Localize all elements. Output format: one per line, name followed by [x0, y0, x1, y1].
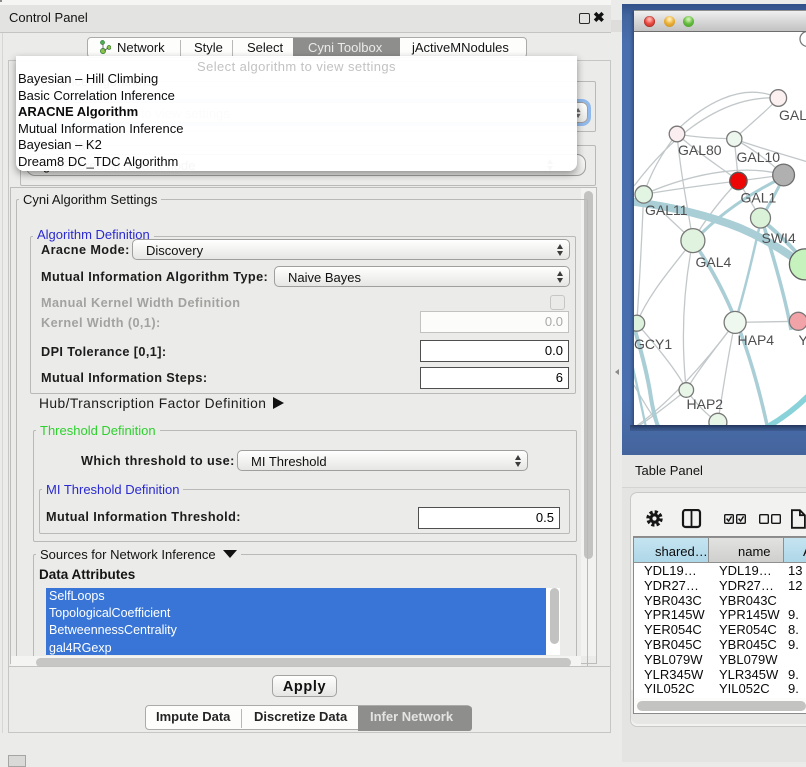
svg-text:HAP4: HAP4 — [738, 332, 775, 348]
svg-text:GAL1: GAL1 — [741, 190, 777, 206]
svg-text:GAL7: GAL7 — [779, 107, 806, 123]
svg-text:GAL10: GAL10 — [737, 149, 781, 165]
svg-text:HAP2: HAP2 — [687, 396, 724, 412]
svg-text:GAL80: GAL80 — [678, 142, 722, 158]
svg-text:GCY1: GCY1 — [634, 336, 672, 352]
svg-text:YKL: YKL — [799, 332, 806, 348]
svg-text:GAL4: GAL4 — [696, 254, 732, 270]
svg-text:SWI4: SWI4 — [762, 230, 796, 246]
svg-text:GAL11: GAL11 — [645, 202, 688, 218]
